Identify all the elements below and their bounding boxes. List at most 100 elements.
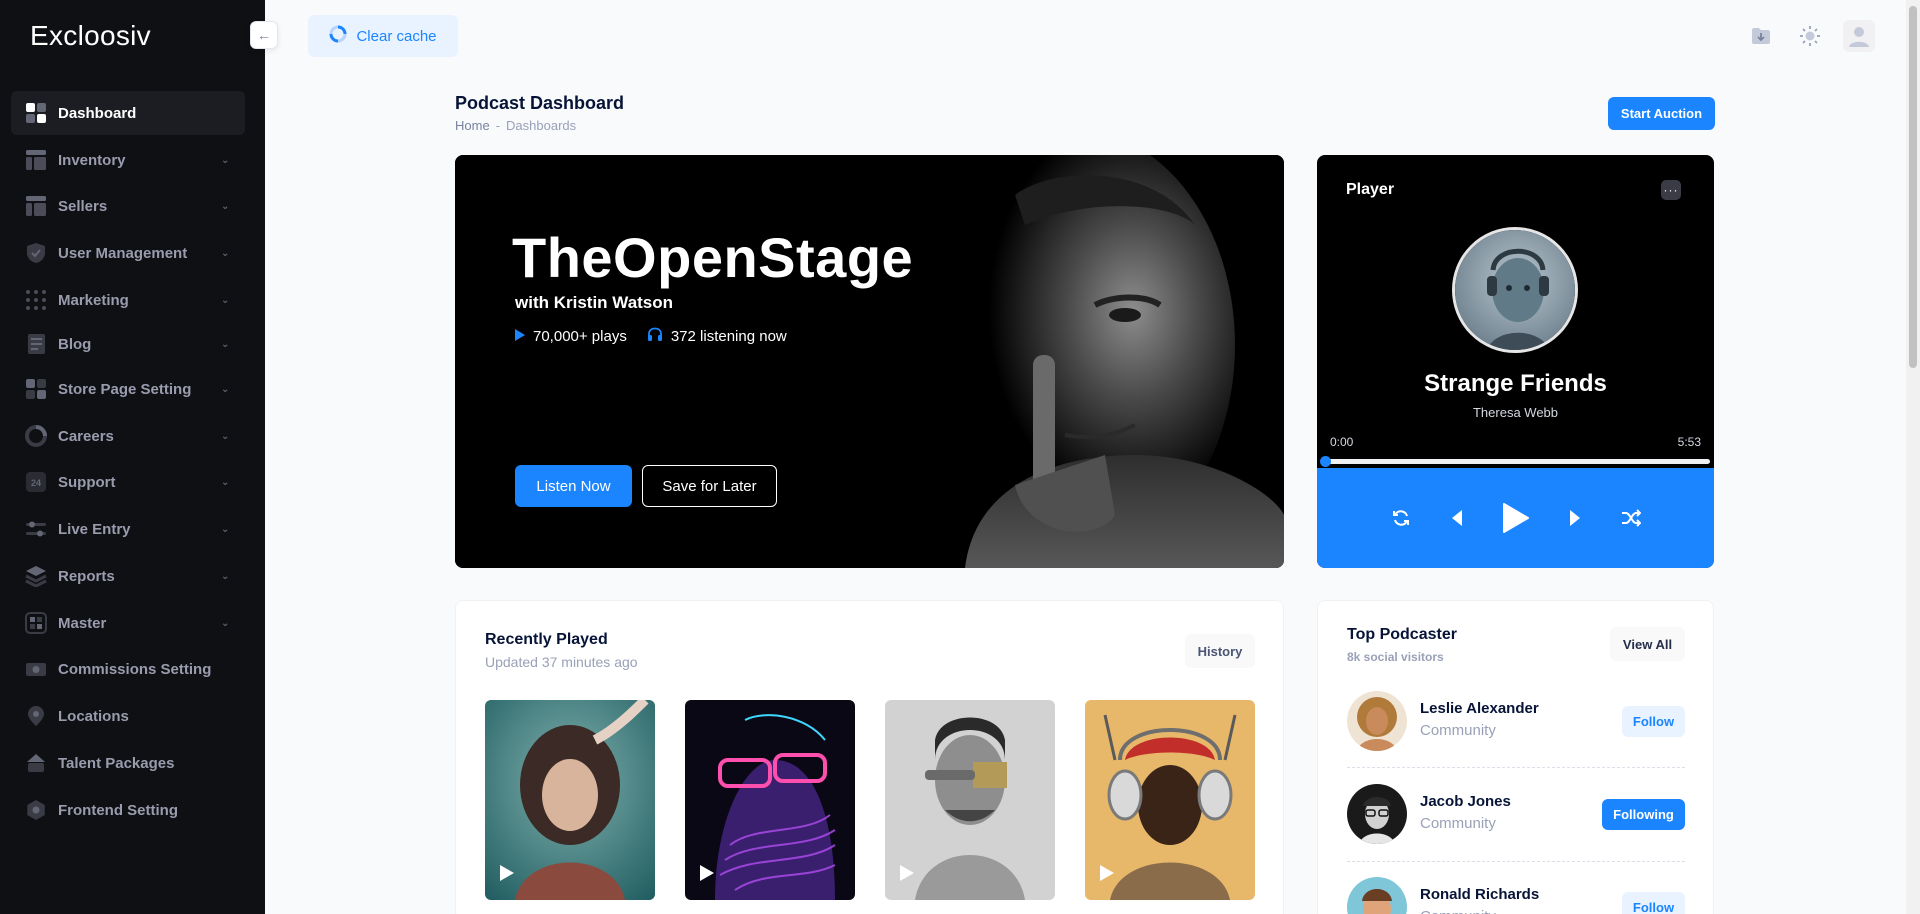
- sidebar-item-frontend-setting[interactable]: Frontend Setting: [11, 788, 245, 832]
- sidebar: Excloosiv Dashboard Inventory ⌄ Sellers …: [0, 0, 265, 914]
- sidebar-item-label: Frontend Setting: [58, 801, 178, 819]
- save-for-later-button[interactable]: Save for Later: [642, 465, 777, 507]
- play-icon[interactable]: [1502, 503, 1529, 533]
- sidebar-item-user-management[interactable]: User Management ⌄: [11, 231, 245, 275]
- follow-button[interactable]: Follow: [1622, 706, 1685, 737]
- clear-cache-label: Clear cache: [356, 27, 437, 45]
- scrollbar-thumb[interactable]: [1909, 6, 1917, 368]
- play-icon[interactable]: [500, 865, 514, 886]
- blog-icon: [25, 333, 47, 355]
- recent-item-woman-portrait[interactable]: [485, 700, 655, 900]
- sidebar-item-commissions-setting[interactable]: Commissions Setting: [11, 647, 245, 691]
- breadcrumb-separator: -: [495, 118, 501, 133]
- svg-text:24: 24: [31, 478, 41, 488]
- play-icon[interactable]: [700, 865, 714, 886]
- follow-button[interactable]: Follow: [1622, 892, 1685, 914]
- clear-cache-button[interactable]: Clear cache: [308, 15, 458, 57]
- breadcrumb-home[interactable]: Home: [455, 118, 490, 133]
- chevron-down-icon: ⌄: [221, 617, 230, 629]
- history-button[interactable]: History: [1185, 634, 1255, 668]
- layers-icon: [25, 565, 47, 587]
- podcaster-name[interactable]: Ronald Richards: [1420, 886, 1539, 903]
- view-all-button[interactable]: View All: [1610, 627, 1685, 661]
- sellers-icon: [25, 195, 47, 217]
- ellipsis-icon[interactable]: ···: [1661, 180, 1681, 200]
- current-time: 0:00: [1330, 435, 1354, 449]
- list-item: Ronald Richards Community Follow: [1347, 877, 1685, 914]
- podcaster-name[interactable]: Leslie Alexander: [1420, 700, 1539, 717]
- sliders-icon: [25, 518, 47, 540]
- track-title: Strange Friends: [1424, 370, 1607, 397]
- sidebar-item-label: Store Page Setting: [58, 380, 192, 398]
- sidebar-item-label: Dashboard: [58, 104, 137, 122]
- avatar[interactable]: [1347, 691, 1407, 751]
- sidebar-item-label: Inventory: [58, 151, 126, 169]
- page-title: Podcast Dashboard: [455, 93, 625, 113]
- podcast-title: TheOpenStage: [512, 226, 914, 289]
- avatar[interactable]: [1347, 877, 1407, 914]
- user-avatar-icon[interactable]: [1843, 20, 1875, 52]
- dashboard-icon: [25, 102, 47, 124]
- start-auction-button[interactable]: Start Auction: [1608, 97, 1715, 130]
- podcaster-role: Community: [1420, 908, 1496, 914]
- arrow-left-icon: ←: [257, 27, 271, 43]
- grid-dots-icon: [25, 289, 47, 311]
- previous-icon[interactable]: [1451, 510, 1463, 526]
- podcaster-role: Community: [1420, 722, 1496, 739]
- player-title: Player: [1346, 181, 1395, 198]
- sidebar-item-talent-packages[interactable]: Talent Packages: [11, 741, 245, 785]
- sidebar-item-label: Commissions Setting: [58, 660, 212, 678]
- track-progress-bar[interactable]: [1320, 456, 1710, 467]
- avatar[interactable]: [1347, 784, 1407, 844]
- recent-item-headphones[interactable]: [1085, 700, 1255, 900]
- sidebar-item-live-entry[interactable]: Live Entry ⌄: [11, 507, 245, 551]
- following-button[interactable]: Following: [1602, 799, 1685, 830]
- location-icon: [25, 705, 47, 727]
- sidebar-item-master[interactable]: Master ⌄: [11, 601, 245, 645]
- play-triangle-icon: [515, 328, 525, 345]
- sun-icon[interactable]: [1796, 22, 1824, 50]
- download-icon[interactable]: [1747, 22, 1775, 50]
- sidebar-item-label: Master: [58, 614, 107, 632]
- sidebar-item-careers[interactable]: Careers ⌄: [11, 414, 245, 458]
- sidebar-item-dashboard[interactable]: Dashboard: [11, 91, 245, 135]
- recently-played-title: Recently Played: [485, 631, 608, 648]
- podcaster-name[interactable]: Jacob Jones: [1420, 793, 1511, 810]
- sidebar-item-locations[interactable]: Locations: [11, 694, 245, 738]
- chevron-down-icon: ⌄: [221, 154, 230, 166]
- play-icon[interactable]: [900, 865, 914, 886]
- sidebar-item-inventory[interactable]: Inventory ⌄: [11, 138, 245, 182]
- chevron-down-icon: ⌄: [221, 430, 230, 442]
- sidebar-item-label: Blog: [58, 335, 92, 353]
- list-item: Leslie Alexander Community Follow: [1347, 691, 1685, 761]
- plays-count: 70,000+ plays: [533, 328, 627, 345]
- listening-count: 372 listening now: [670, 328, 787, 345]
- brand-logo[interactable]: Excloosiv: [30, 20, 151, 52]
- repeat-icon[interactable]: [1391, 508, 1411, 528]
- sidebar-item-blog[interactable]: Blog ⌄: [11, 322, 245, 366]
- podcast-host: with Kristin Watson: [515, 293, 674, 312]
- listening-stat: 372 listening now: [647, 327, 787, 346]
- shuffle-icon[interactable]: [1621, 509, 1641, 527]
- commission-icon: [25, 658, 47, 680]
- page-scrollbar[interactable]: [1906, 0, 1920, 914]
- sidebar-collapse-button[interactable]: ←: [250, 21, 278, 49]
- play-icon[interactable]: [1100, 865, 1114, 886]
- sidebar-item-reports[interactable]: Reports ⌄: [11, 554, 245, 598]
- sidebar-item-store-page-setting[interactable]: Store Page Setting ⌄: [11, 367, 245, 411]
- progress-handle[interactable]: [1320, 456, 1331, 467]
- listen-now-button[interactable]: Listen Now: [515, 465, 632, 507]
- sidebar-item-support[interactable]: 24 Support ⌄: [11, 460, 245, 504]
- sidebar-item-label: Reports: [58, 567, 115, 585]
- chevron-down-icon: ⌄: [221, 570, 230, 582]
- recent-item-man-brush[interactable]: [885, 700, 1055, 900]
- next-icon[interactable]: [1569, 510, 1581, 526]
- settings-icon: [25, 799, 47, 821]
- headphones-icon: [647, 327, 663, 346]
- divider: [1347, 767, 1685, 768]
- sidebar-item-marketing[interactable]: Marketing ⌄: [11, 278, 245, 322]
- track-cover-image: [1452, 227, 1578, 353]
- shield-icon: [25, 242, 47, 264]
- recent-item-neon-glasses[interactable]: [685, 700, 855, 900]
- sidebar-item-sellers[interactable]: Sellers ⌄: [11, 184, 245, 228]
